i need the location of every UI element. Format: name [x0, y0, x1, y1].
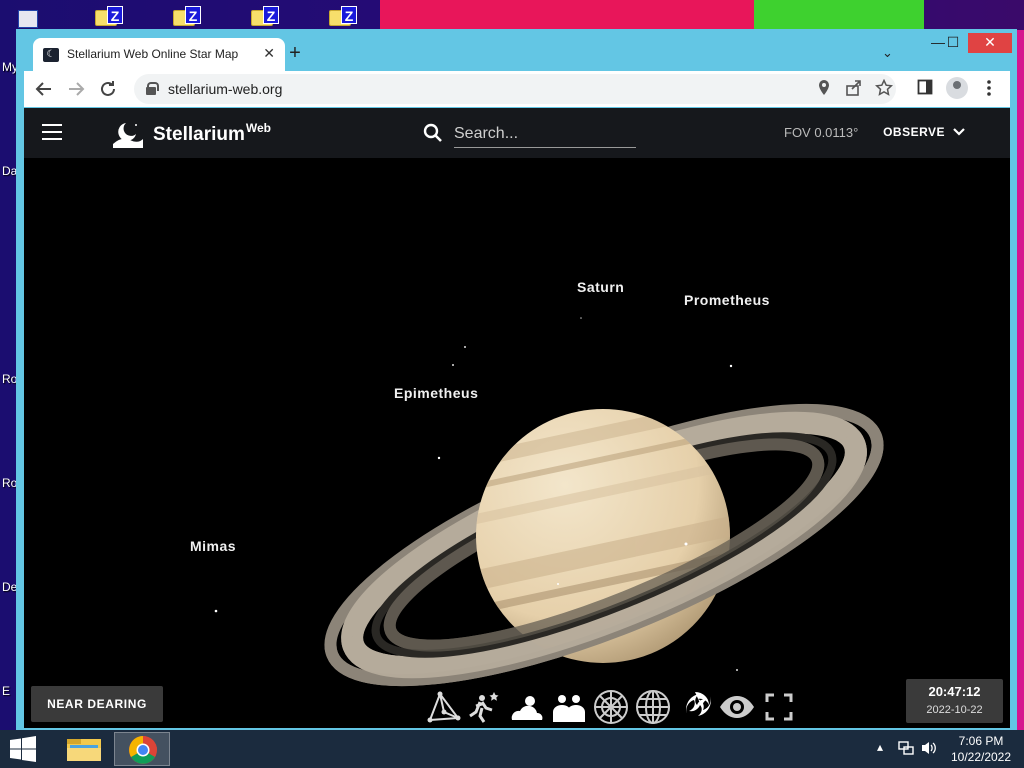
brand-name: StellariumWeb — [153, 121, 271, 145]
observe-button[interactable]: OBSERVE — [872, 114, 976, 150]
volume-icon[interactable] — [920, 740, 938, 759]
sky-view[interactable]: Saturn Prometheus Epimetheus Mimas — [24, 158, 1010, 728]
object-label-prometheus[interactable]: Prometheus — [684, 292, 770, 308]
browser-toolbar: stellarium-web.org — [24, 71, 1010, 107]
address-bar[interactable]: stellarium-web.org — [134, 74, 896, 104]
time-display: 20:47:12 — [928, 684, 981, 699]
night-mode-eye-icon[interactable] — [718, 688, 756, 726]
search-input[interactable] — [454, 120, 636, 148]
object-label-saturn[interactable]: Saturn — [577, 279, 624, 295]
reload-button[interactable] — [96, 77, 120, 101]
side-panel-icon[interactable] — [914, 79, 936, 100]
landscape-icon[interactable] — [550, 688, 588, 726]
desktop-zip-folder-icon[interactable]: Z — [251, 6, 279, 28]
stellarium-page: StellariumWeb FOV 0.0113° OBSERVE — [24, 108, 1010, 728]
back-button[interactable] — [32, 77, 56, 101]
saturn-render — [214, 317, 884, 687]
constellation-art-icon[interactable] — [466, 688, 504, 726]
fullscreen-icon[interactable] — [760, 688, 798, 726]
tab-strip: ☾ Stellarium Web Online Star Map ✕ + ⌄ —… — [16, 29, 1017, 72]
desktop-icon-label[interactable]: E — [2, 684, 10, 698]
forward-button[interactable] — [64, 77, 88, 101]
lock-icon[interactable] — [146, 82, 159, 95]
menu-icon[interactable] — [42, 124, 62, 140]
object-label-mimas[interactable]: Mimas — [190, 538, 236, 554]
fov-readout: FOV 0.0113° — [784, 125, 859, 140]
object-label-epimetheus[interactable]: Epimetheus — [394, 385, 478, 401]
desktop-zip-folder-icon[interactable]: Z — [329, 6, 357, 28]
tray-overflow-icon[interactable]: ▴ — [877, 740, 883, 754]
bookmark-star-icon[interactable] — [874, 78, 894, 101]
desktop-zip-folder-icon[interactable]: Z — [173, 6, 201, 28]
app-bar: StellariumWeb FOV 0.0113° OBSERVE — [24, 108, 1010, 158]
stellarium-logo-icon — [112, 120, 144, 148]
date-time-button[interactable]: 20:47:12 2022-10-22 — [906, 679, 1003, 723]
date-display: 2022-10-22 — [926, 704, 983, 716]
profile-avatar-icon[interactable] — [946, 77, 968, 99]
clock-time: 7:06 PM — [958, 734, 1004, 748]
browser-tab[interactable]: ☾ Stellarium Web Online Star Map ✕ — [33, 38, 285, 72]
more-menu-icon[interactable] — [978, 79, 1000, 102]
maximize-button[interactable]: ☐ — [938, 33, 968, 53]
atmosphere-icon[interactable] — [508, 688, 546, 726]
start-button[interactable] — [8, 736, 38, 762]
system-clock[interactable]: 7:06 PM 10/22/2022 — [946, 733, 1016, 765]
close-window-button[interactable]: ✕ — [968, 33, 1012, 53]
browser-window: ☾ Stellarium Web Online Star Map ✕ + ⌄ —… — [16, 29, 1017, 737]
desktop-shortcut-icon[interactable] — [18, 6, 44, 28]
network-icon[interactable] — [898, 740, 914, 759]
tab-close-icon[interactable]: ✕ — [263, 45, 275, 62]
location-pin-icon[interactable] — [814, 79, 834, 101]
desktop-wallpaper-strip — [1016, 30, 1024, 730]
url-text[interactable]: stellarium-web.org — [168, 81, 282, 97]
equatorial-grid-icon[interactable] — [634, 688, 672, 726]
share-icon[interactable] — [844, 79, 864, 101]
desktop-wallpaper-band — [380, 0, 760, 30]
taskbar: ▴ 7:06 PM 10/22/2022 — [0, 730, 1024, 768]
new-tab-button[interactable]: + — [284, 42, 306, 65]
desktop-wallpaper-band — [754, 0, 924, 30]
stellarium-favicon-icon: ☾ — [43, 48, 59, 62]
view-settings-toolbar — [424, 688, 796, 726]
deep-sky-objects-icon[interactable] — [676, 688, 714, 726]
tab-title: Stellarium Web Online Star Map — [67, 47, 239, 61]
clock-date: 10/22/2022 — [950, 750, 1012, 764]
azimuthal-grid-icon[interactable] — [592, 688, 630, 726]
desktop-zip-folder-icon[interactable]: Z — [95, 6, 123, 28]
taskbar-file-explorer-icon[interactable] — [56, 732, 112, 766]
taskbar-chrome-icon[interactable] — [114, 732, 170, 766]
location-button[interactable]: NEAR DEARING — [31, 686, 163, 722]
constellation-lines-icon[interactable] — [424, 688, 462, 726]
search-icon[interactable] — [423, 123, 443, 143]
tab-search-button[interactable]: ⌄ — [882, 45, 893, 61]
